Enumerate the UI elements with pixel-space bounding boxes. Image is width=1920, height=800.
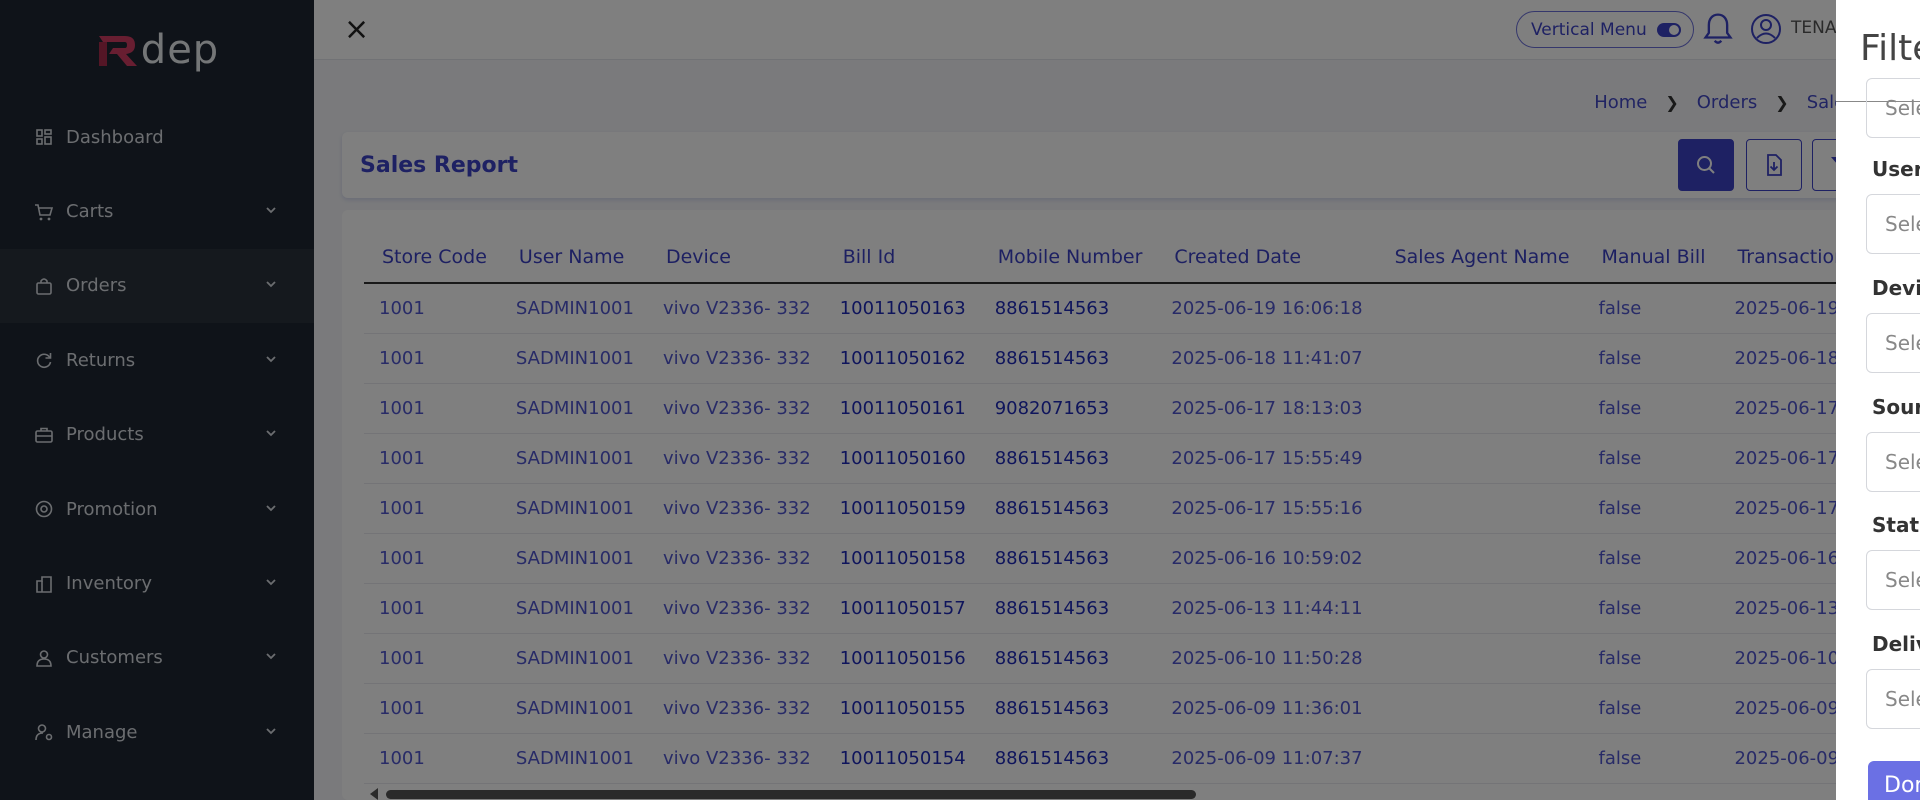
filter-label: User Name: [1872, 157, 1920, 181]
filter-label: Status: [1872, 513, 1920, 537]
filter-panel: Filters Select User Name Select Device Selec…: [1836, 0, 1920, 800]
done-button[interactable]: Done: [1868, 761, 1920, 800]
filter-label: Source: [1872, 395, 1920, 419]
filter-select[interactable]: Select: [1866, 432, 1920, 492]
filter-select[interactable]: Select: [1866, 669, 1920, 729]
filter-select[interactable]: Select: [1866, 78, 1920, 138]
modal-backdrop[interactable]: [0, 0, 1920, 800]
filter-label: Delivery: [1872, 632, 1920, 656]
filter-select[interactable]: Select: [1866, 194, 1920, 254]
filter-panel-title: Filters: [1860, 28, 1920, 69]
filter-label: Device: [1872, 276, 1920, 300]
filter-select[interactable]: Select: [1866, 313, 1920, 373]
filter-select[interactable]: Select: [1866, 550, 1920, 610]
